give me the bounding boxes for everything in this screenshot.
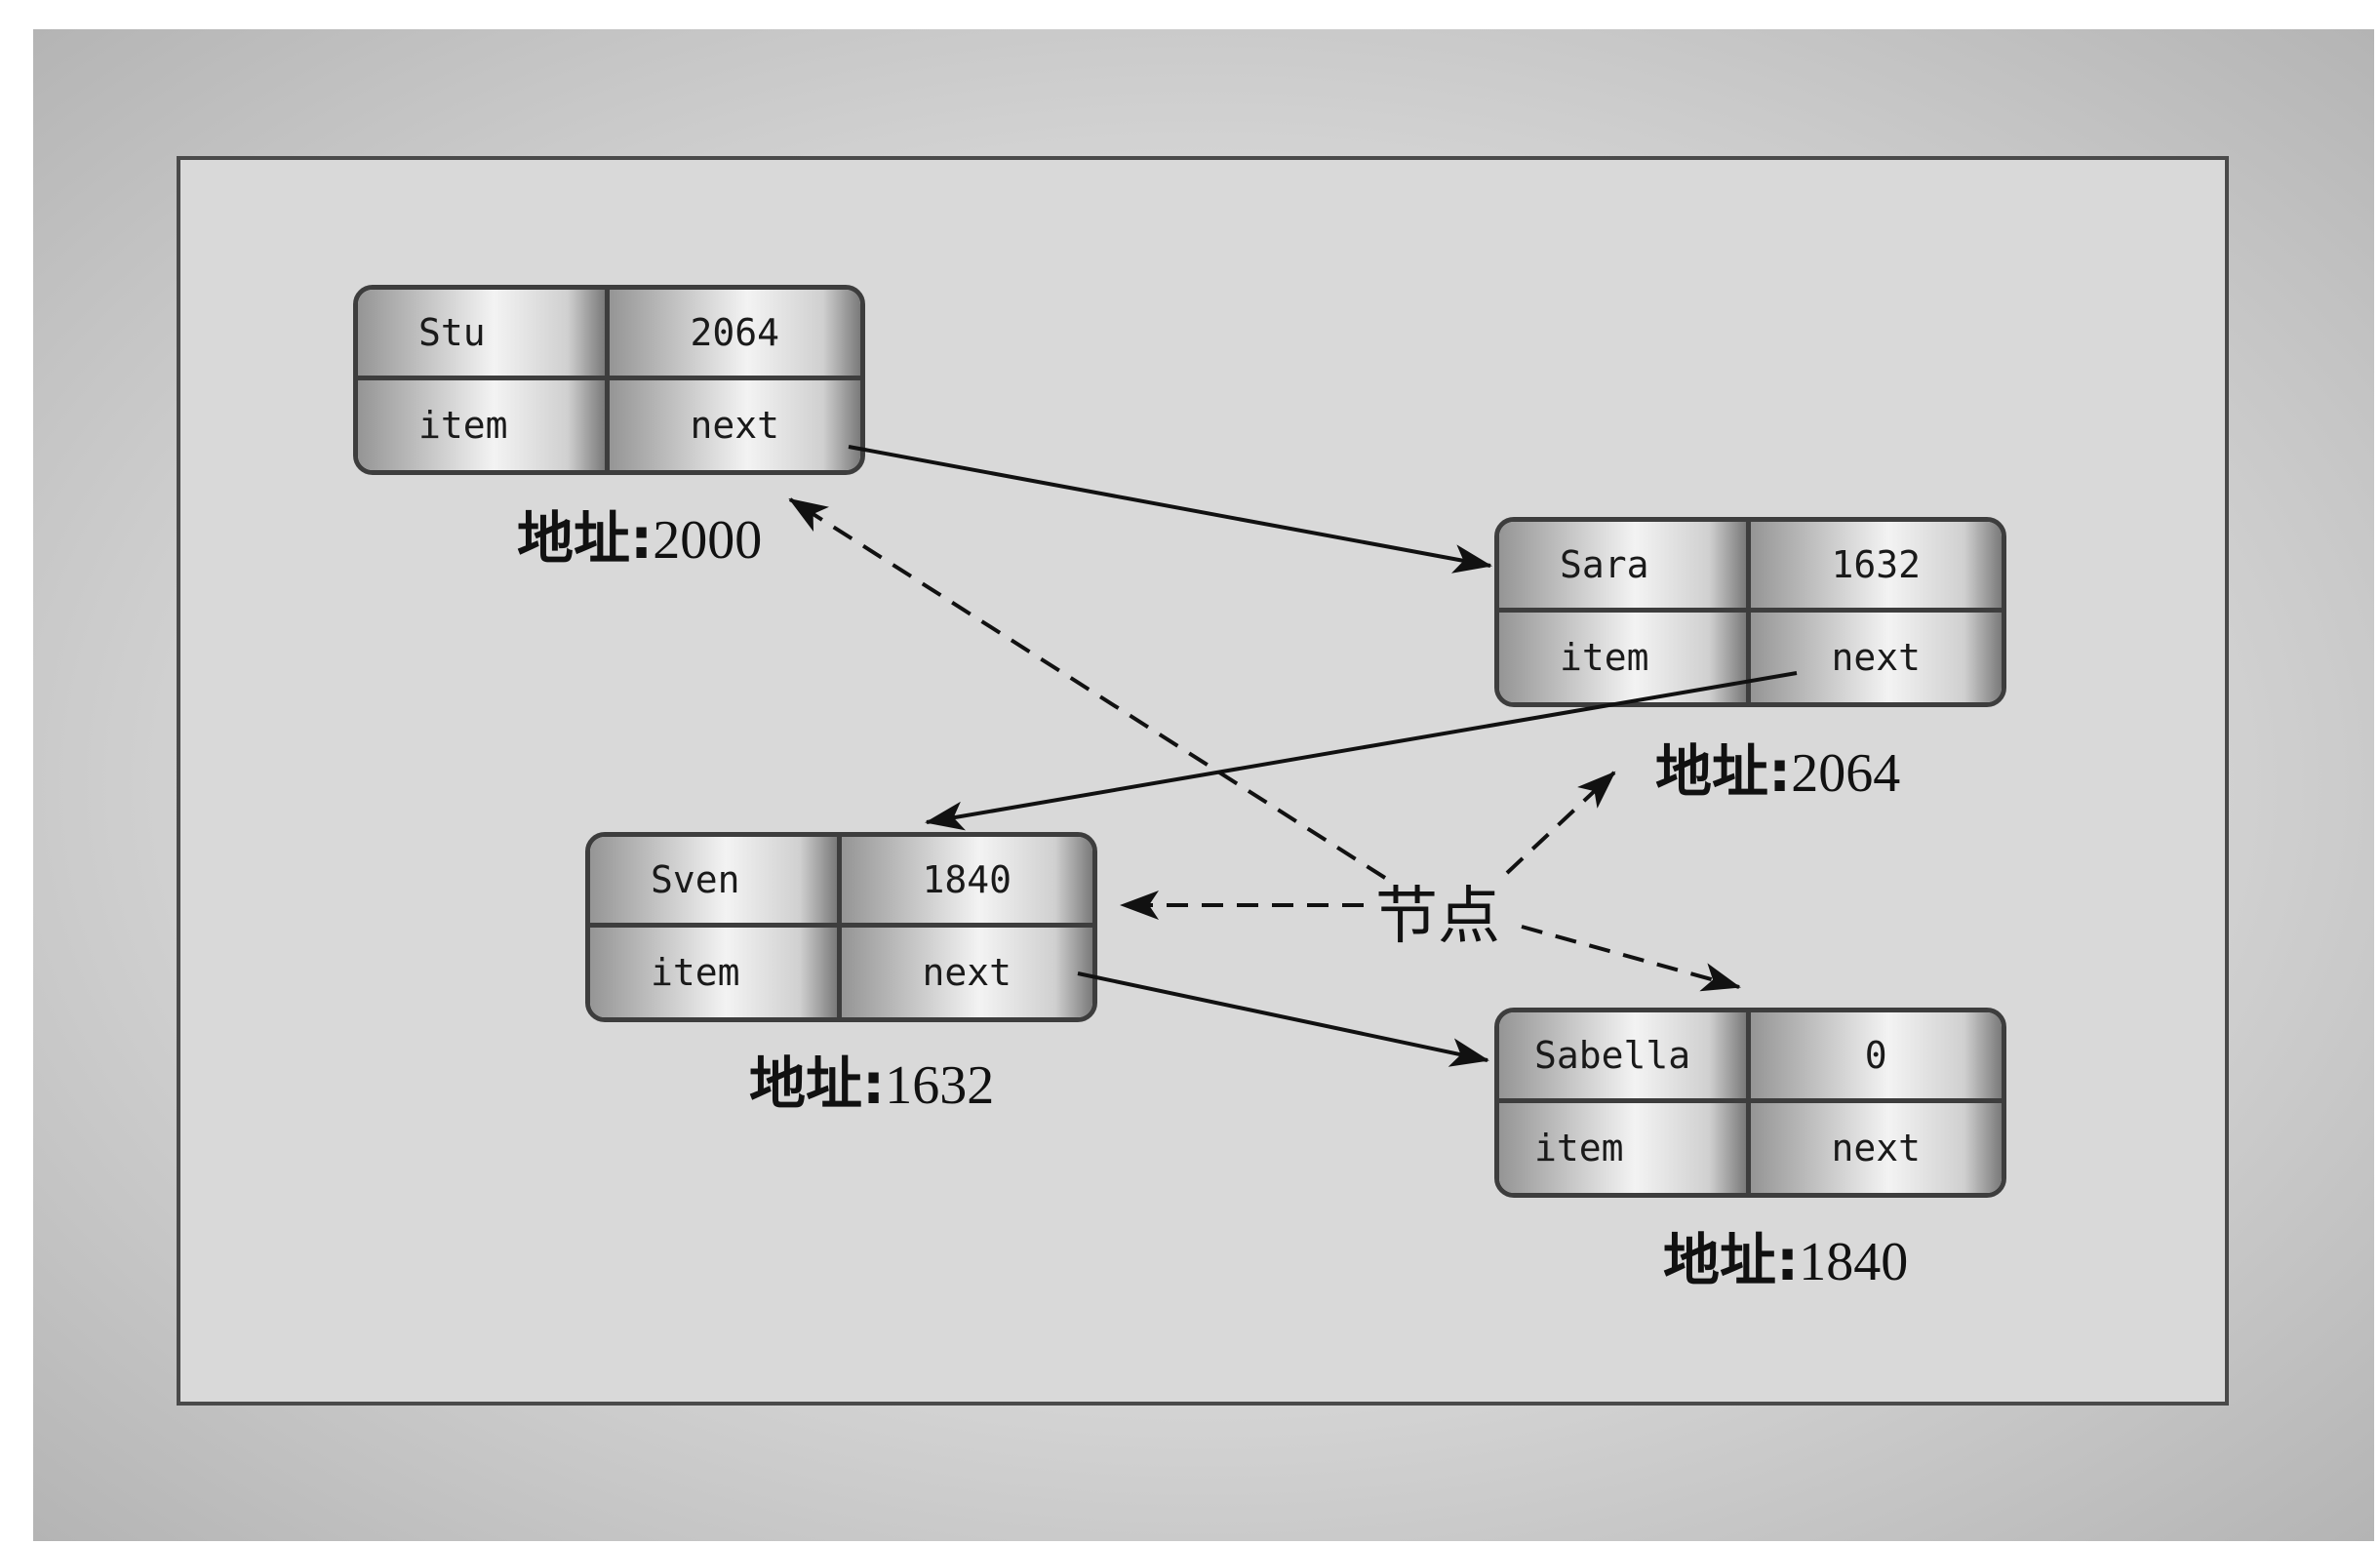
arrows-layer [788, 445, 1798, 1067]
label-arrow-to-sabella [1521, 925, 1741, 992]
pointer-arrow-stu-to-sara [848, 445, 1492, 574]
label-arrow-to-stu [788, 497, 1387, 880]
label-arrow-to-sara [1505, 771, 1616, 875]
node-caption: 节点 [1375, 881, 1500, 953]
pointer-arrow-sara-to-sven [925, 671, 1798, 831]
pointer-arrow-sven-to-sabella [1077, 971, 1489, 1067]
